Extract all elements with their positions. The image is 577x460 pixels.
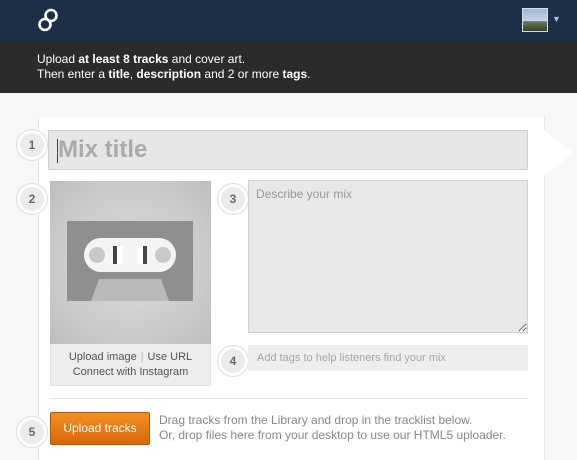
cover-art-actions: Upload image | Use URL Connect with Instag… xyxy=(50,350,211,380)
card-pointer-arrow xyxy=(543,129,573,177)
step-3-badge: 3 xyxy=(218,184,248,214)
connect-instagram-link[interactable]: Connect with Instagram xyxy=(50,365,211,380)
chevron-down-icon[interactable]: ▼ xyxy=(552,14,561,24)
8tracks-logo-icon[interactable] xyxy=(34,6,62,34)
cover-art-dropzone[interactable] xyxy=(50,181,211,344)
section-divider xyxy=(50,398,528,399)
step-1-badge: 1 xyxy=(17,130,47,160)
user-avatar[interactable] xyxy=(522,8,548,32)
mix-description-textarea[interactable] xyxy=(248,180,528,333)
upload-help-text: Drag tracks from the Library and drop in… xyxy=(159,413,529,443)
cover-art-actions-row: Upload image | Use URL xyxy=(50,350,211,365)
step-4-badge: 4 xyxy=(218,346,248,376)
cassette-icon xyxy=(67,221,193,301)
upload-tracks-button[interactable]: Upload tracks xyxy=(50,412,150,445)
instructions-line-2: Then enter a title, description and 2 or… xyxy=(37,67,311,81)
upload-help-line-2: Or, drop files here from your desktop to… xyxy=(159,428,506,442)
upload-help-line-1: Drag tracks from the Library and drop in… xyxy=(159,413,473,427)
use-url-link[interactable]: Use URL xyxy=(148,351,193,363)
upload-image-link[interactable]: Upload image xyxy=(69,351,137,363)
step-5-badge: 5 xyxy=(17,417,47,447)
mix-tags-input[interactable] xyxy=(248,345,528,371)
upload-instructions: Upload at least 8 tracks and cover art. … xyxy=(0,41,577,93)
text-cursor xyxy=(57,139,58,163)
instructions-line-1: Upload at least 8 tracks and cover art. xyxy=(37,52,246,66)
mix-title-input[interactable] xyxy=(48,130,528,170)
top-navigation-bar: ▼ xyxy=(0,0,577,41)
link-separator: | xyxy=(140,351,144,363)
step-2-badge: 2 xyxy=(17,184,47,214)
